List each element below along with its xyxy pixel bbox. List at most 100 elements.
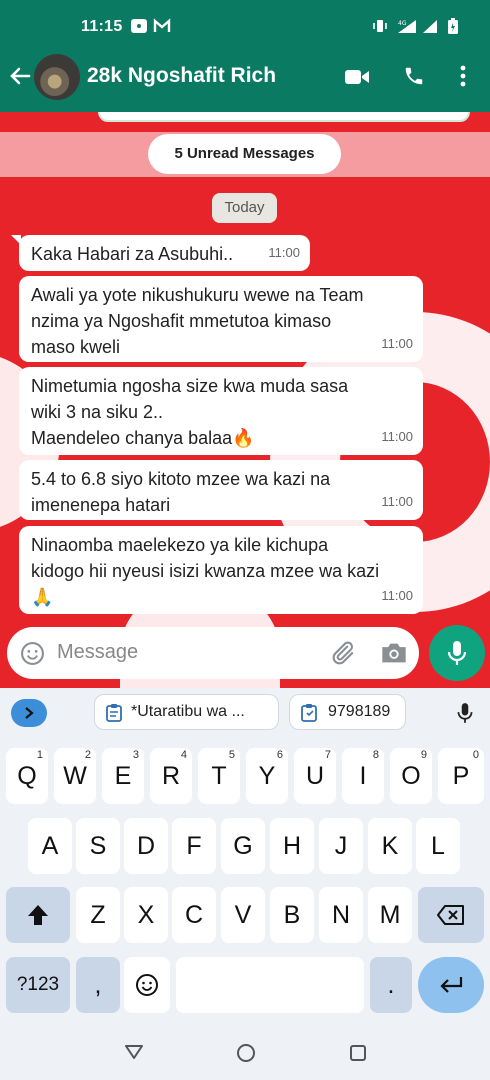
voice-typing-icon[interactable] <box>456 700 474 726</box>
key-r[interactable]: 4R <box>150 748 192 804</box>
key-w[interactable]: 2W <box>54 748 96 804</box>
voice-message-button[interactable] <box>429 625 485 681</box>
emoji-icon <box>136 974 158 996</box>
key-number: 6 <box>276 749 283 761</box>
message-line: kidogo hii nyeusi isizi kwanza mzee wa k… <box>31 561 380 581</box>
camera-icon[interactable] <box>380 640 408 666</box>
message-line: Awali ya yote nikushukuru wewe na Team <box>31 285 364 305</box>
key-label: W <box>63 762 87 790</box>
signal-icon <box>423 20 437 33</box>
key-u[interactable]: 7U <box>294 748 336 804</box>
key-h[interactable]: H <box>270 818 314 874</box>
backspace-icon <box>437 905 464 925</box>
key-d[interactable]: D <box>124 818 168 874</box>
status-bar: 11:15 4G <box>0 0 490 52</box>
key-l[interactable]: L <box>416 818 460 874</box>
chevron-right-icon <box>25 707 34 719</box>
clipboard-text: *Utaratibu wa ... <box>131 703 245 720</box>
clipboard-suggestion[interactable]: *Utaratibu wa ... <box>94 694 279 730</box>
chat-area[interactable]: 5 Unread Messages Today Kaka Habari za A… <box>0 112 490 688</box>
message-bubble[interactable]: Nimetumia ngosha size kwa muda sasa wiki… <box>19 367 423 455</box>
previous-message-bubble <box>98 112 470 122</box>
arrow-left-icon[interactable] <box>8 64 32 88</box>
key-z[interactable]: Z <box>76 887 120 943</box>
key-y[interactable]: 6Y <box>246 748 288 804</box>
expand-toolbar-button[interactable] <box>11 699 47 727</box>
message-composer[interactable]: Message <box>7 627 419 679</box>
message-line: wiki 3 na siku 2.. <box>31 402 164 422</box>
key-v[interactable]: V <box>221 887 265 943</box>
phone-icon[interactable] <box>403 65 425 87</box>
key-label: Y <box>258 762 276 790</box>
key-x[interactable]: X <box>124 887 168 943</box>
key-number: 7 <box>324 749 331 761</box>
battery-icon <box>448 18 458 34</box>
key-j[interactable]: J <box>319 818 363 874</box>
key-g[interactable]: G <box>221 818 265 874</box>
message-time: 11:00 <box>381 336 413 351</box>
key-label: U <box>305 762 325 790</box>
symbols-key[interactable]: ?123 <box>6 957 70 1013</box>
key-a[interactable]: A <box>28 818 72 874</box>
key-b[interactable]: B <box>270 887 314 943</box>
message-time: 11:00 <box>268 245 300 260</box>
key-number: 2 <box>84 749 91 761</box>
svg-text:4G: 4G <box>398 20 407 27</box>
recents-square-icon[interactable] <box>349 1044 367 1062</box>
suggestion-bar: *Utaratibu wa ... 9798189 <box>0 688 490 738</box>
key-p[interactable]: 0P <box>438 748 484 804</box>
more-vert-icon[interactable] <box>458 64 468 88</box>
key-f[interactable]: F <box>172 818 216 874</box>
clipboard-text: 9798189 <box>328 703 391 720</box>
key-c[interactable]: C <box>172 887 216 943</box>
message-bubble[interactable]: Awali ya yote nikushukuru wewe na Team n… <box>19 276 423 362</box>
key-label: R <box>161 762 181 790</box>
key-label: I <box>359 762 367 790</box>
key-e[interactable]: 3E <box>102 748 144 804</box>
message-line: nzima ya Ngoshafit mmetutoa kimaso <box>31 311 332 331</box>
shift-key[interactable] <box>6 887 70 943</box>
period-key[interactable]: . <box>370 957 412 1013</box>
key-label: T <box>211 762 227 790</box>
clipboard-suggestion[interactable]: 9798189 <box>289 694 406 730</box>
unread-messages-label: 5 Unread Messages <box>148 134 341 174</box>
comma-key[interactable]: , <box>76 957 120 1013</box>
chat-header: 28k Ngoshafit Rich <box>0 52 490 112</box>
message-input[interactable]: Message <box>57 641 138 664</box>
key-k[interactable]: K <box>368 818 412 874</box>
key-label: Q <box>17 762 37 790</box>
message-line: Ninaomba maelekezo ya kile kichupa <box>31 535 329 555</box>
back-triangle-icon[interactable] <box>124 1044 144 1060</box>
key-s[interactable]: S <box>76 818 120 874</box>
key-o[interactable]: 9O <box>390 748 432 804</box>
key-label: P <box>452 762 470 790</box>
paperclip-icon[interactable] <box>328 639 356 667</box>
key-q[interactable]: 1Q <box>6 748 48 804</box>
message-bubble[interactable]: Ninaomba maelekezo ya kile kichupa kidog… <box>19 526 423 614</box>
app-header: 11:15 4G 28k Ngoshafit Rich <box>0 0 490 112</box>
space-key[interactable] <box>176 957 364 1013</box>
contact-name[interactable]: 28k Ngoshafit Rich <box>87 64 276 88</box>
key-number: 5 <box>228 749 235 761</box>
home-circle-icon[interactable] <box>236 1043 256 1063</box>
video-call-icon[interactable] <box>344 68 370 86</box>
key-i[interactable]: 8I <box>342 748 384 804</box>
emoji-icon[interactable] <box>20 641 45 666</box>
message-line: Maendeleo chanya balaa🔥 <box>31 428 255 448</box>
message-line: 5.4 to 6.8 siyo kitoto mzee wa kazi na <box>31 469 331 489</box>
message-line: imenenepa hatari <box>31 495 171 515</box>
key-m[interactable]: M <box>368 887 412 943</box>
message-bubble[interactable]: Kaka Habari za Asubuhi.. 11:00 <box>11 235 310 271</box>
key-t[interactable]: 5T <box>198 748 240 804</box>
key-n[interactable]: N <box>319 887 363 943</box>
enter-icon <box>440 977 463 993</box>
enter-key[interactable] <box>418 957 484 1013</box>
emoji-key[interactable] <box>124 957 170 1013</box>
backspace-key[interactable] <box>418 887 484 943</box>
contact-avatar[interactable] <box>34 54 80 100</box>
gmail-icon <box>153 18 171 32</box>
bubble-tail <box>11 235 21 245</box>
message-bubble[interactable]: 5.4 to 6.8 siyo kitoto mzee wa kazi na i… <box>19 460 423 520</box>
key-number: 3 <box>132 749 139 761</box>
key-number: 9 <box>420 749 427 761</box>
